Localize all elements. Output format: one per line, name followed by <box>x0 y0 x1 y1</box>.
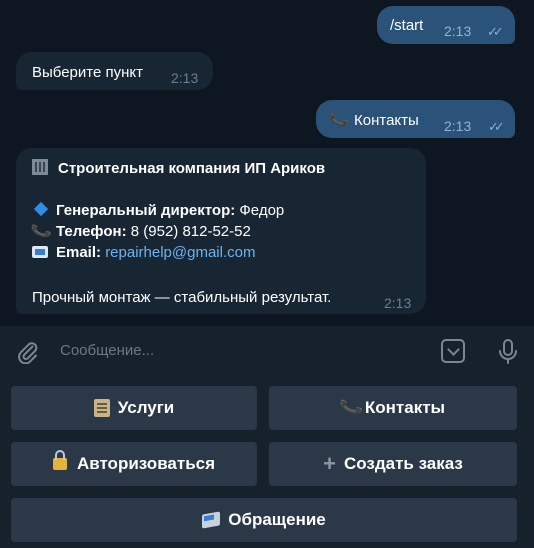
message-composer: Сообщение... <box>0 326 534 378</box>
read-checkmarks-icon: ✓✓ <box>487 24 504 39</box>
lock-key-icon <box>52 450 67 470</box>
director-label: Генеральный директор: <box>56 202 236 219</box>
inbox-tray-icon <box>202 511 221 529</box>
button-label: Создать заказ <box>343 454 463 473</box>
email-icon <box>32 246 48 258</box>
keyboard-button-contacts[interactable]: 📞 Контакты <box>269 386 517 430</box>
keyboard-button-services[interactable]: Услуги <box>11 386 257 430</box>
read-checkmarks-icon: ✓✓ <box>488 119 505 134</box>
message-incoming[interactable]: Выберите пункт 2:13 <box>16 52 213 90</box>
keyboard-button-request[interactable]: Обращение <box>11 498 517 542</box>
message-time: 2:13 <box>384 295 412 311</box>
phone-icon: 📞 <box>327 109 352 132</box>
message-input[interactable]: Сообщение... <box>60 342 154 359</box>
slogan-text: Прочный монтаж — стабильный результат. <box>32 289 332 306</box>
message-outgoing[interactable]: 📞 Контакты 2:13 ✓✓ <box>316 100 515 138</box>
plus-icon: + <box>323 451 336 476</box>
phone-label: Телефон: <box>56 223 127 240</box>
message-outgoing[interactable]: /start 2:13 ✓✓ <box>377 6 515 44</box>
chat-history: /start 2:13 ✓✓ Выберите пункт 2:13 📞 Конт… <box>0 0 534 326</box>
message-time: 2:13 <box>444 118 472 134</box>
email-line: Email: repairhelp@gmail.com <box>32 242 255 263</box>
director-line: Генеральный директор: Федор <box>32 200 284 221</box>
bot-keyboard-toggle-icon[interactable] <box>441 339 465 363</box>
message-incoming-contacts[interactable]: Строительная компания ИП Ариков Генераль… <box>16 148 426 314</box>
button-label: Контакты <box>364 398 446 417</box>
button-label: Услуги <box>117 398 175 417</box>
email-link[interactable]: repairhelp@gmail.com <box>105 244 255 261</box>
director-value: Федор <box>239 202 285 219</box>
message-time: 2:13 <box>171 70 199 86</box>
button-label: Обращение <box>228 510 326 529</box>
microphone-icon[interactable] <box>496 338 520 366</box>
message-time: 2:13 <box>444 23 472 39</box>
keyboard-button-login[interactable]: Авторизоваться <box>11 442 257 486</box>
message-text-wrap: 📞 Контакты <box>327 109 419 132</box>
email-label: Email: <box>56 244 102 261</box>
message-text: Контакты <box>354 112 419 129</box>
attach-paperclip-icon[interactable] <box>16 340 40 364</box>
button-label: Авторизоваться <box>76 454 216 473</box>
office-building-icon <box>32 159 48 175</box>
company-name: Строительная компания ИП Ариков <box>58 160 326 177</box>
clipboard-icon <box>93 399 110 417</box>
phone-line: 📞 Телефон: 8 (952) 812-52-52 <box>29 220 251 243</box>
keyboard-button-create-order[interactable]: + Создать заказ <box>269 442 517 486</box>
blue-diamond-icon <box>33 201 49 217</box>
phone-icon: 📞 <box>338 394 365 420</box>
bot-reply-keyboard: Услуги 📞 Контакты Авторизоваться + Создать… <box>0 378 534 548</box>
message-text: /start <box>390 17 424 34</box>
phone-icon: 📞 <box>29 220 54 243</box>
company-line: Строительная компания ИП Ариков <box>32 158 325 179</box>
message-text: Выберите пункт <box>32 64 143 81</box>
phone-value[interactable]: 8 (952) 812-52-52 <box>131 223 251 240</box>
